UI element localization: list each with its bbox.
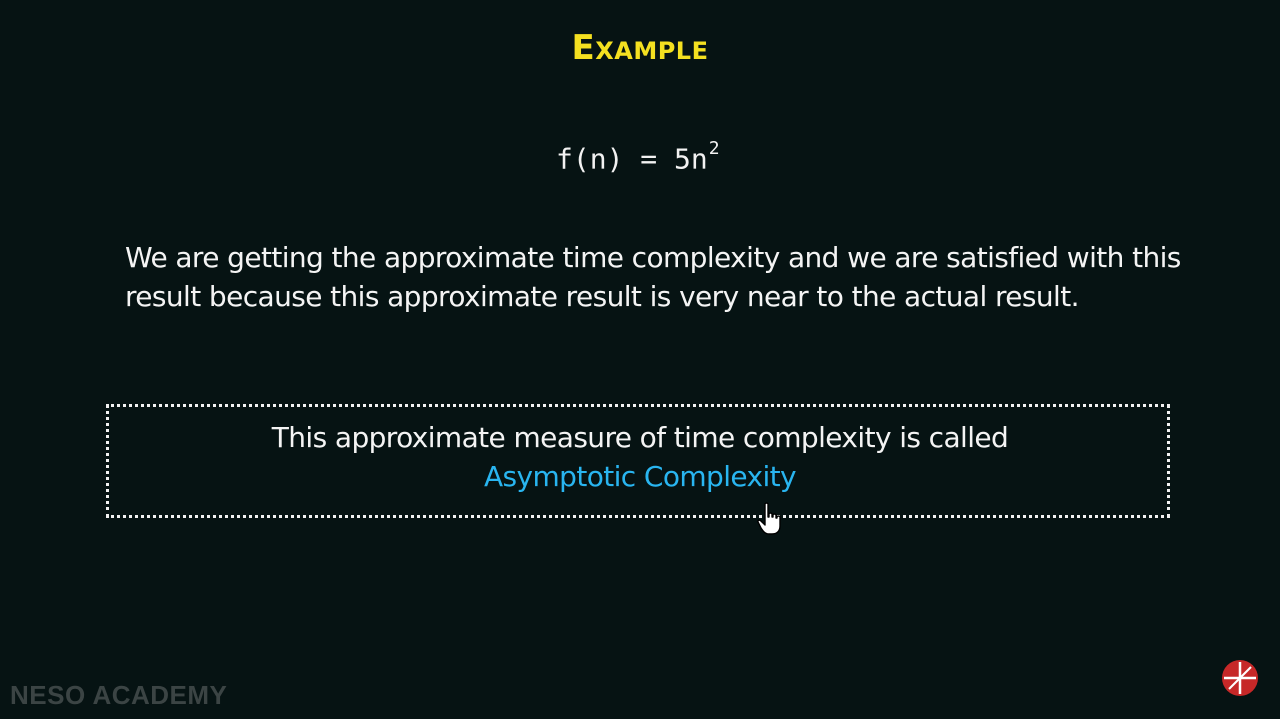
callout-term: Asymptotic Complexity: [483, 460, 797, 493]
neso-logo-icon: [1222, 660, 1258, 696]
formula: f(n) = 5n2: [556, 138, 720, 176]
slide: Example f(n) = 5n2 We are getting the ap…: [0, 0, 1280, 719]
explanation-paragraph: We are getting the approximate time comp…: [125, 241, 1181, 313]
slide-title: Example: [571, 28, 709, 68]
formula-expression: f(n) = 5n: [556, 142, 708, 176]
formula-exponent: 2: [708, 138, 720, 159]
watermark: NESO ACADEMY: [10, 680, 228, 710]
hand-pointer-icon: [757, 502, 781, 535]
callout-text: This approximate measure of time complex…: [271, 421, 1009, 454]
